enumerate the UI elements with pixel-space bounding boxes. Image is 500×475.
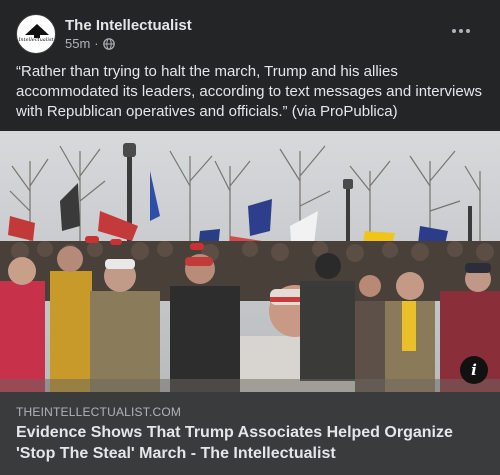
link-preview-image[interactable]: i [0, 131, 500, 392]
info-icon[interactable]: i [460, 356, 488, 384]
page-avatar[interactable]: Intellectualist [16, 14, 56, 54]
post-header: Intellectualist The Intellectualist 55m … [16, 12, 484, 56]
more-options-button[interactable] [446, 16, 476, 46]
more-horizontal-icon [452, 29, 456, 33]
link-preview[interactable]: THEINTELLECTUALIST.COM Evidence Shows Th… [0, 392, 500, 475]
post-timestamp[interactable]: 55m [65, 36, 90, 52]
separator-dot: · [94, 36, 99, 51]
link-title[interactable]: Evidence Shows That Trump Associates Hel… [16, 422, 484, 464]
post-subline: 55m · [65, 36, 192, 52]
post-text: “Rather than trying to halt the march, T… [16, 63, 483, 120]
post-card: Intellectualist The Intellectualist 55m … [0, 0, 500, 475]
crowd-photo [0, 131, 500, 392]
globe-icon[interactable] [102, 38, 115, 50]
page-name[interactable]: The Intellectualist [65, 16, 192, 35]
avatar-text: Intellectualist [18, 37, 54, 43]
link-domain: THEINTELLECTUALIST.COM [16, 405, 182, 419]
post-meta: The Intellectualist 55m · [65, 16, 192, 52]
logo-icon [25, 24, 49, 38]
